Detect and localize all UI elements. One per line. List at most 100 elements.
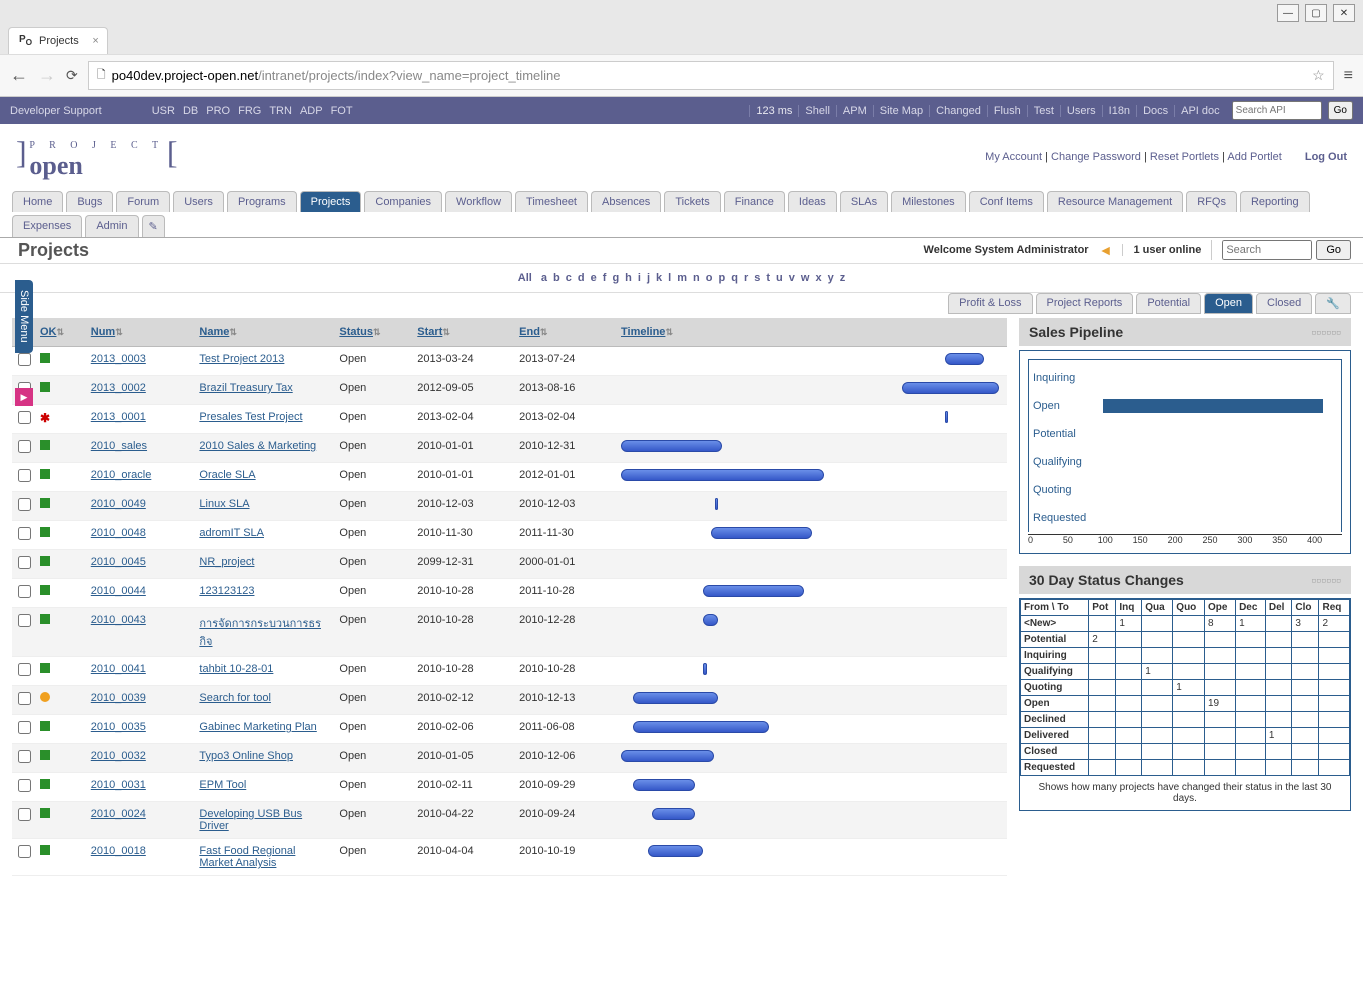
main-tab-slas[interactable]: SLAs bbox=[840, 191, 888, 212]
project-name-link[interactable]: Fast Food Regional Market Analysis bbox=[199, 845, 295, 869]
bookmark-icon[interactable]: ☆ bbox=[1312, 67, 1325, 84]
project-name-link[interactable]: NR_project bbox=[199, 556, 254, 568]
alpha-letter[interactable]: i bbox=[635, 272, 644, 284]
project-name-link[interactable]: EPM Tool bbox=[199, 779, 246, 791]
main-tab-users[interactable]: Users bbox=[173, 191, 224, 212]
project-num-link[interactable]: 2010_sales bbox=[91, 440, 147, 452]
dev-link[interactable]: USR bbox=[152, 105, 175, 117]
row-checkbox[interactable] bbox=[18, 469, 31, 482]
row-checkbox[interactable] bbox=[18, 808, 31, 821]
project-name-link[interactable]: Linux SLA bbox=[199, 498, 249, 510]
row-checkbox[interactable] bbox=[18, 411, 31, 424]
row-checkbox[interactable] bbox=[18, 585, 31, 598]
main-tab-workflow[interactable]: Workflow bbox=[445, 191, 512, 212]
main-tab-admin[interactable]: Admin bbox=[85, 215, 138, 237]
edit-tabs-icon[interactable]: ✎ bbox=[142, 215, 165, 237]
dev-search-input[interactable] bbox=[1232, 101, 1322, 120]
dev-support-link[interactable]: Developer Support bbox=[10, 105, 102, 117]
project-name-link[interactable]: Gabinec Marketing Plan bbox=[199, 721, 316, 733]
project-name-link[interactable]: Search for tool bbox=[199, 692, 271, 704]
alpha-letter[interactable]: s bbox=[751, 272, 763, 284]
alpha-letter[interactable]: t bbox=[763, 272, 773, 284]
row-checkbox[interactable] bbox=[18, 556, 31, 569]
project-name-link[interactable]: Typo3 Online Shop bbox=[199, 750, 293, 762]
alpha-letter[interactable]: j bbox=[644, 272, 653, 284]
project-name-link[interactable]: การจัดการกระบวนการธรกิจ bbox=[199, 618, 321, 648]
alpha-letter[interactable]: c bbox=[563, 272, 575, 284]
project-num-link[interactable]: 2010_0032 bbox=[91, 750, 146, 762]
row-checkbox[interactable] bbox=[18, 750, 31, 763]
dev-link[interactable]: Site Map bbox=[873, 105, 929, 117]
main-tab-resource-management[interactable]: Resource Management bbox=[1047, 191, 1183, 212]
row-checkbox[interactable] bbox=[18, 353, 31, 366]
row-checkbox[interactable] bbox=[18, 779, 31, 792]
main-tab-expenses[interactable]: Expenses bbox=[12, 215, 82, 237]
sub-tab-profit-loss[interactable]: Profit & Loss bbox=[948, 293, 1032, 314]
reload-button[interactable]: ⟳ bbox=[66, 67, 78, 84]
dev-link[interactable]: Docs bbox=[1136, 105, 1174, 117]
main-tab-rfqs[interactable]: RFQs bbox=[1186, 191, 1237, 212]
main-tab-milestones[interactable]: Milestones bbox=[891, 191, 966, 212]
main-tab-absences[interactable]: Absences bbox=[591, 191, 661, 212]
sub-tab-project-reports[interactable]: Project Reports bbox=[1036, 293, 1134, 314]
alpha-letter[interactable]: f bbox=[600, 272, 610, 284]
project-name-link[interactable]: Oracle SLA bbox=[199, 469, 255, 481]
project-num-link[interactable]: 2010_0024 bbox=[91, 808, 146, 820]
project-num-link[interactable]: 2010_0041 bbox=[91, 663, 146, 675]
maximize-button[interactable]: ▢ bbox=[1305, 4, 1327, 22]
col-status[interactable]: Status bbox=[339, 326, 373, 338]
project-num-link[interactable]: 2013_0002 bbox=[91, 382, 146, 394]
sub-tab-potential[interactable]: Potential bbox=[1136, 293, 1201, 314]
project-name-link[interactable]: Brazil Treasury Tax bbox=[199, 382, 292, 394]
project-num-link[interactable]: 2013_0003 bbox=[91, 353, 146, 365]
dev-link[interactable]: FOT bbox=[331, 105, 353, 117]
users-online[interactable]: 1 user online bbox=[1122, 244, 1201, 256]
header-link[interactable]: Change Password bbox=[1051, 151, 1141, 163]
alpha-letter[interactable]: q bbox=[728, 272, 741, 284]
project-num-link[interactable]: 2010_0035 bbox=[91, 721, 146, 733]
alpha-letter[interactable]: n bbox=[690, 272, 703, 284]
project-num-link[interactable]: 2010_0045 bbox=[91, 556, 146, 568]
alpha-letter[interactable]: l bbox=[665, 272, 674, 284]
col-start[interactable]: Start bbox=[417, 326, 442, 338]
dev-link[interactable]: Users bbox=[1060, 105, 1102, 117]
main-tab-forum[interactable]: Forum bbox=[116, 191, 170, 212]
row-checkbox[interactable] bbox=[18, 498, 31, 511]
project-name-link[interactable]: adromIT SLA bbox=[199, 527, 264, 539]
project-num-link[interactable]: 2010_0039 bbox=[91, 692, 146, 704]
project-num-link[interactable]: 2010_0049 bbox=[91, 498, 146, 510]
project-name-link[interactable]: Developing USB Bus Driver bbox=[199, 808, 302, 832]
dev-link[interactable]: Changed bbox=[929, 105, 987, 117]
side-menu-expand-icon[interactable]: ▶ bbox=[15, 388, 33, 406]
dev-link[interactable]: Shell bbox=[798, 105, 835, 117]
project-name-link[interactable]: Presales Test Project bbox=[199, 411, 302, 423]
forward-button[interactable]: → bbox=[38, 65, 56, 86]
dev-link[interactable]: I18n bbox=[1102, 105, 1136, 117]
project-num-link[interactable]: 2010_0031 bbox=[91, 779, 146, 791]
dev-link[interactable]: Test bbox=[1027, 105, 1060, 117]
col-ok[interactable]: OK bbox=[40, 326, 57, 338]
dev-link[interactable]: DB bbox=[183, 105, 198, 117]
row-checkbox[interactable] bbox=[18, 527, 31, 540]
alpha-letter[interactable]: p bbox=[715, 272, 728, 284]
main-tab-projects[interactable]: Projects bbox=[300, 191, 362, 212]
dev-link[interactable]: Flush bbox=[987, 105, 1027, 117]
main-tab-conf-items[interactable]: Conf Items bbox=[969, 191, 1044, 212]
project-name-link[interactable]: 2010 Sales & Marketing bbox=[199, 440, 316, 452]
alpha-letter[interactable]: w bbox=[798, 272, 813, 284]
col-name[interactable]: Name bbox=[199, 326, 229, 338]
minimize-button[interactable]: — bbox=[1277, 4, 1299, 22]
dev-link[interactable]: APM bbox=[836, 105, 873, 117]
project-num-link[interactable]: 2010_0044 bbox=[91, 585, 146, 597]
sub-tab-closed[interactable]: Closed bbox=[1256, 293, 1312, 314]
row-checkbox[interactable] bbox=[18, 440, 31, 453]
main-tab-reporting[interactable]: Reporting bbox=[1240, 191, 1310, 212]
alpha-letter[interactable]: v bbox=[786, 272, 798, 284]
alpha-letter[interactable]: r bbox=[741, 272, 751, 284]
col-num[interactable]: Num bbox=[91, 326, 115, 338]
alpha-all[interactable]: All bbox=[515, 272, 535, 284]
row-checkbox[interactable] bbox=[18, 614, 31, 627]
main-tab-companies[interactable]: Companies bbox=[364, 191, 442, 212]
alpha-letter[interactable]: g bbox=[609, 272, 622, 284]
alpha-letter[interactable]: h bbox=[622, 272, 635, 284]
